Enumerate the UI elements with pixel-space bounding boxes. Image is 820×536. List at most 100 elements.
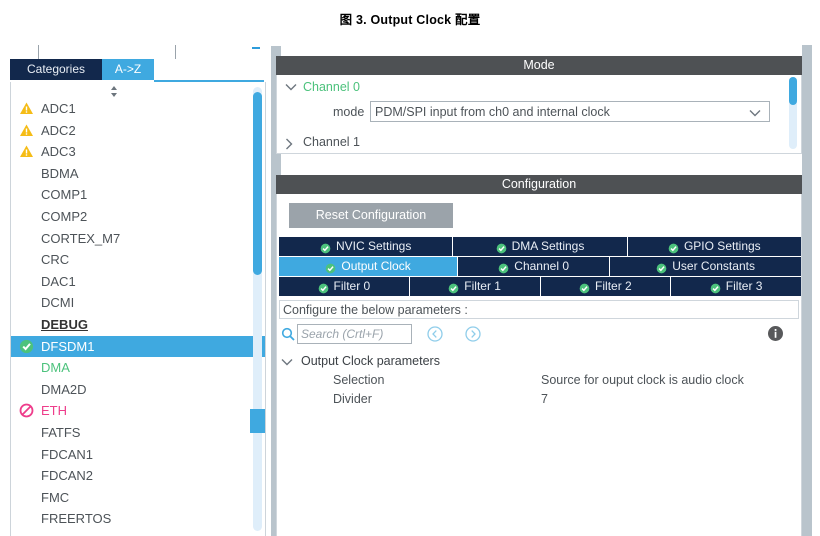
partial-caret-mark [252,47,260,49]
warning-icon [19,123,34,138]
list-item-comp2[interactable]: COMP2 [11,206,265,228]
screenshot-root: 图 3. Output Clock 配置 Categories A->Z ADC… [0,0,820,536]
list-item-label: FDCAN1 [41,446,94,462]
list-item-label: DMA2D [41,381,87,397]
tab-label: DMA Settings [511,239,585,253]
tab-label: GPIO Settings [683,239,761,253]
component-list-panel: Categories A->Z ADC1 ADC2 ADC3 BDMA COMP… [8,45,281,536]
tab-filter-2[interactable]: Filter 2 [540,277,671,296]
check-icon [656,261,667,274]
tab-filter-0[interactable]: Filter 0 [279,277,409,296]
check-icon [579,281,590,294]
sidebar-tabs: Categories A->Z [10,59,264,82]
component-list-items: ADC1 ADC2 ADC3 BDMA COMP1 COMP2 CORTEX_M… [11,98,265,530]
list-item-eth[interactable]: ETH [11,400,265,422]
list-item-label: CRC [41,252,70,268]
component-list-scrollbar-thumb[interactable] [253,92,262,275]
partial-search-box-above-tabs[interactable] [38,45,176,60]
list-item-bdma[interactable]: BDMA [11,163,265,185]
list-item-dfsdm1[interactable]: DFSDM1 [11,335,265,358]
list-item-label: FMC [41,489,70,505]
list-item-label: DAC1 [41,273,76,289]
mode-channel0-label[interactable]: Channel 0 [303,80,360,94]
list-item-label: ADC2 [41,122,76,138]
chevron-down-icon[interactable] [285,76,299,98]
list-item-fdcan1[interactable]: FDCAN1 [11,444,265,466]
list-item-label: COMP2 [41,208,88,224]
circle-right-arrow-icon[interactable] [465,326,481,342]
tab-a-to-z[interactable]: A->Z [102,59,154,80]
parameter-group-label: Output Clock parameters [301,354,440,368]
list-item-adc2[interactable]: ADC2 [11,120,265,142]
mode-select-value: PDM/SPI input from ch0 and internal cloc… [375,105,610,119]
tab-user-constants[interactable]: User Constants [610,257,802,276]
parameter-name: Selection [333,373,385,387]
list-item-label: ETH [41,403,67,419]
list-item-cortex-m7[interactable]: CORTEX_M7 [11,228,265,250]
list-item-fatfs[interactable]: FATFS [11,422,265,444]
up-down-spinner-icon[interactable] [107,85,121,98]
list-item-dac1[interactable]: DAC1 [11,271,265,293]
configuration-tab-row-1: NVIC Settings DMA Settings GPIO Settings [279,237,801,256]
tab-label: Output Clock [341,259,411,273]
warning-icon [19,101,34,116]
search-icon [281,327,295,341]
mode-field-label: mode [333,105,365,119]
list-item-adc1[interactable]: ADC1 [11,98,265,120]
list-item-label: BDMA [41,165,79,181]
mode-scrollbar-thumb[interactable] [789,77,797,105]
list-item-label: DFSDM1 [41,338,95,354]
check-icon [668,241,679,254]
parameter-name: Divider [333,392,372,406]
tab-label: Filter 2 [595,279,632,293]
info-icon[interactable] [767,325,784,342]
list-item-label: COMP1 [41,187,88,203]
list-item-comp1[interactable]: COMP1 [11,184,265,206]
list-item-freertos[interactable]: FREERTOS [11,508,265,530]
list-item-dcmi[interactable]: DCMI [11,292,265,314]
tab-categories[interactable]: Categories [10,59,102,80]
list-item-label: ADC3 [41,144,76,160]
check-icon [498,261,509,274]
list-item-label: FATFS [41,424,81,440]
mode-select[interactable]: PDM/SPI input from ch0 and internal cloc… [370,101,770,122]
list-item-fmc[interactable]: FMC [11,487,265,509]
list-item-adc3[interactable]: ADC3 [11,141,265,163]
tab-gpio-settings[interactable]: GPIO Settings [627,237,801,256]
parameter-search-row [279,324,799,346]
tab-filter-1[interactable]: Filter 1 [409,277,540,296]
list-item-dma2d[interactable]: DMA2D [11,379,265,401]
parameter-group-output-clock[interactable]: Output Clock parameters [279,352,799,372]
parameter-tree: Output Clock parameters Selection Source… [279,352,799,410]
component-list-scroll-marker[interactable] [250,409,265,433]
reset-configuration-button[interactable]: Reset Configuration [289,203,453,228]
tab-filter-3[interactable]: Filter 3 [671,277,801,296]
list-item-fdcan2[interactable]: FDCAN2 [11,465,265,487]
tab-label: NVIC Settings [335,239,412,253]
search-input[interactable] [297,324,412,344]
tab-output-clock[interactable]: Output Clock [279,257,458,276]
chevron-down-icon[interactable] [281,352,295,366]
chevron-right-icon[interactable] [285,131,299,153]
chevron-down-icon[interactable] [749,102,761,117]
list-item-crc[interactable]: CRC [11,249,265,271]
parameter-row-selection[interactable]: Selection Source for ouput clock is audi… [279,372,799,391]
tab-label: User Constants [672,259,755,273]
configuration-section-header: Configuration [276,175,802,194]
sidebar-tabs-filler [154,59,264,82]
tab-dma-settings[interactable]: DMA Settings [453,237,627,256]
parameter-row-divider[interactable]: Divider 7 [279,391,799,410]
list-item-debug[interactable]: DEBUG [11,314,265,336]
circle-left-arrow-icon[interactable] [427,326,443,342]
check-icon [19,339,34,354]
list-item-label: DCMI [41,295,75,311]
tab-label: Filter 1 [464,279,501,293]
right-outer-scrollbar[interactable] [802,45,812,536]
tab-nvic-settings[interactable]: NVIC Settings [279,237,453,256]
tab-channel-0[interactable]: Channel 0 [458,257,610,276]
list-item-label: DEBUG [41,316,88,332]
list-item-dma[interactable]: DMA [11,357,265,379]
mode-channel1-label[interactable]: Channel 1 [303,135,360,149]
configuration-tab-row-2: Output Clock Channel 0 User Constants [279,257,802,276]
check-icon [318,281,329,294]
